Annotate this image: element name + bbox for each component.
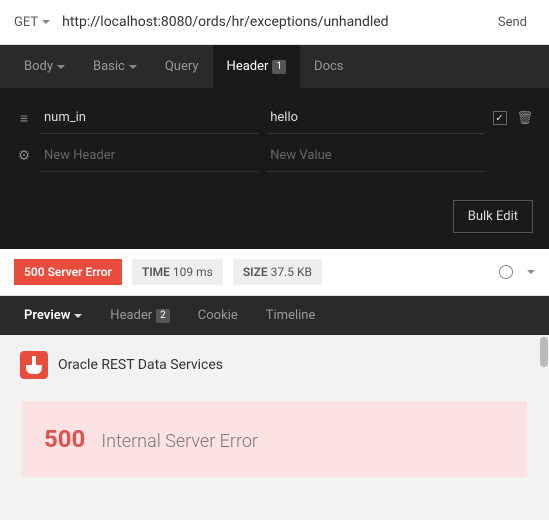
caret-down-icon xyxy=(42,20,50,24)
status-text: Server Error xyxy=(48,265,112,279)
url-bar: GET Send xyxy=(0,0,549,45)
tab-label: Cookie xyxy=(198,308,238,323)
caret-down-icon xyxy=(57,65,65,69)
tab-header[interactable]: Header 1 xyxy=(213,45,301,88)
response-tabs: Preview Header 2 Cookie Timeline xyxy=(0,296,549,335)
error-message: Internal Server Error xyxy=(101,431,258,452)
tab-resp-header[interactable]: Header 2 xyxy=(96,296,184,335)
size-value: 37.5 KB xyxy=(271,265,312,279)
tab-label: Body xyxy=(24,59,53,74)
time-label: TIME xyxy=(142,265,170,279)
trash-icon[interactable]: 🗑 xyxy=(517,111,534,126)
tab-label: Query xyxy=(165,59,199,74)
header-key-input[interactable] xyxy=(40,102,258,134)
size-label: SIZE xyxy=(243,265,268,279)
tab-label: Basic xyxy=(93,59,125,74)
headers-panel: ≡ ✓ 🗑 ⚙ 🗑 Bulk Edit xyxy=(0,88,549,249)
size-pill: SIZE 37.5 KB xyxy=(233,259,322,285)
error-box: 500 Internal Server Error xyxy=(22,401,527,477)
tab-query[interactable]: Query xyxy=(151,45,213,88)
header-count-badge: 1 xyxy=(272,60,286,74)
status-code: 500 xyxy=(24,265,45,279)
method-select[interactable]: GET xyxy=(14,15,50,30)
gear-icon[interactable]: ⚙ xyxy=(16,148,32,164)
tab-docs[interactable]: Docs xyxy=(300,45,357,88)
bulk-edit-button[interactable]: Bulk Edit xyxy=(453,200,533,233)
header-value-input[interactable] xyxy=(266,102,484,134)
request-tabs: Body Basic Query Header 1 Docs xyxy=(0,45,549,88)
ords-logo-icon xyxy=(20,351,48,379)
tab-preview[interactable]: Preview xyxy=(10,296,96,335)
header-row: ≡ ✓ 🗑 xyxy=(16,102,533,134)
tab-label: Header xyxy=(110,308,152,323)
tab-body[interactable]: Body xyxy=(10,45,79,88)
error-code: 500 xyxy=(44,425,85,453)
response-preview: Oracle REST Data Services 500 Internal S… xyxy=(0,335,549,520)
caret-down-icon[interactable] xyxy=(527,270,535,274)
tab-label: Timeline xyxy=(266,308,316,323)
tab-basic[interactable]: Basic xyxy=(79,45,151,88)
caret-down-icon xyxy=(74,314,82,318)
response-status-bar: 500 Server Error TIME 109 ms SIZE 37.5 K… xyxy=(0,249,549,296)
new-header-key-input[interactable] xyxy=(40,140,258,172)
tab-cookie[interactable]: Cookie xyxy=(184,296,252,335)
tab-label: Docs xyxy=(314,59,343,74)
tab-timeline[interactable]: Timeline xyxy=(252,296,330,335)
method-label: GET xyxy=(14,15,38,30)
ords-title: Oracle REST Data Services xyxy=(58,357,223,373)
url-input[interactable] xyxy=(58,10,482,34)
new-header-value-input[interactable] xyxy=(266,140,484,172)
tab-label: Preview xyxy=(24,308,70,323)
time-pill: TIME 109 ms xyxy=(132,259,223,285)
tab-label: Header xyxy=(227,59,269,74)
resp-header-count-badge: 2 xyxy=(156,309,170,323)
circle-icon[interactable] xyxy=(499,265,513,279)
caret-down-icon xyxy=(129,65,137,69)
drag-handle-icon[interactable]: ≡ xyxy=(16,110,32,127)
header-enabled-checkbox[interactable]: ✓ xyxy=(493,111,507,125)
header-row-new: ⚙ 🗑 xyxy=(16,140,533,172)
time-value: 109 ms xyxy=(173,265,213,279)
status-badge: 500 Server Error xyxy=(14,259,122,285)
send-button[interactable]: Send xyxy=(490,11,535,34)
ords-header: Oracle REST Data Services xyxy=(0,335,549,395)
scrollbar-thumb[interactable] xyxy=(540,337,548,367)
